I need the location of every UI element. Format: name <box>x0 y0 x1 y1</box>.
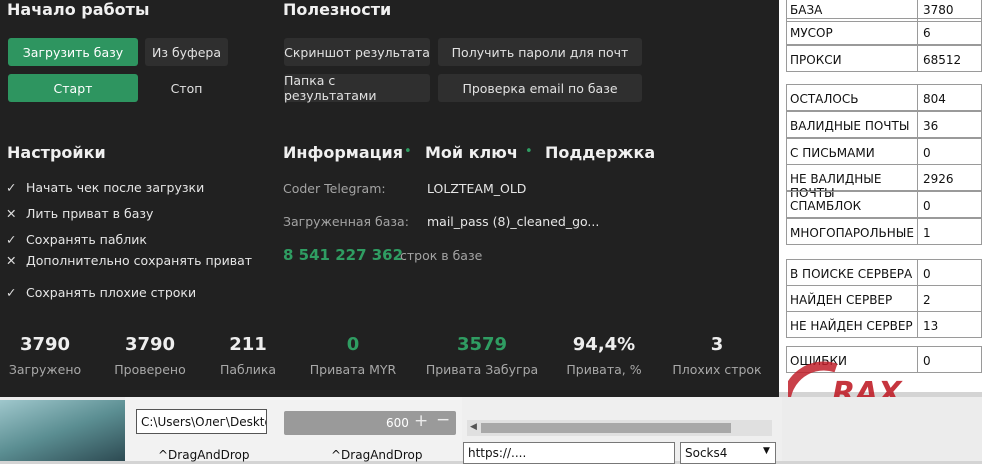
table-key: НЕ ВАЛИДНЫЕ ПОЧТЫ <box>786 164 918 200</box>
table-key: ОСТАЛОСЬ <box>786 84 918 111</box>
settings-title: Настройки <box>7 143 106 162</box>
table-row: СПАМБЛОК 0 <box>786 191 982 218</box>
horizontal-scrollbar[interactable]: ◀ <box>467 420 772 436</box>
table-key: ПРОКСИ <box>786 45 918 72</box>
setting-label: Сохранять паблик <box>26 232 147 247</box>
table-key: С ПИСЬМАМИ <box>786 138 918 165</box>
threads-value: 600 <box>386 416 409 430</box>
stat-value: 211 <box>229 334 267 355</box>
scroll-left-icon[interactable]: ◀ <box>470 422 477 432</box>
stat-private-abroad: 3579 Привата Забугра <box>422 334 542 377</box>
table-key: НАЙДЕН СЕРВЕР <box>786 285 918 312</box>
plus-icon[interactable]: + <box>414 411 428 431</box>
table-value: 0 <box>918 259 982 286</box>
table-value: 0 <box>918 191 982 218</box>
stat-private-percent: 94,4% Привата, % <box>544 334 664 377</box>
table-value: 0 <box>918 138 982 165</box>
table-value: 1 <box>918 218 982 245</box>
table-value: 2 <box>918 285 982 312</box>
load-base-button[interactable]: Загрузить базу <box>8 38 138 66</box>
useful-section-title: Полезности <box>283 0 392 19</box>
cross-icon: ✕ <box>6 253 17 268</box>
table-key: НЕ НАЙДЕН СЕРВЕР <box>786 311 918 338</box>
setting-label: Дополнительно сохранять приват <box>26 253 253 268</box>
table-value: 36 <box>918 111 982 138</box>
table-row: МНОГОПАРОЛЬНЫЕ 1 <box>786 218 982 245</box>
start-section-title: Начало работы <box>7 0 150 19</box>
table-row: ВАЛИДНЫЕ ПОЧТЫ 36 <box>786 111 982 138</box>
stat-value: 3579 <box>456 334 508 355</box>
lines-count-label: строк в базе <box>400 248 483 263</box>
minus-icon[interactable]: − <box>436 410 450 430</box>
tab-separator-dot: • <box>525 144 533 159</box>
table-key: МНОГОПАРОЛЬНЫЕ <box>786 218 918 245</box>
stat-public: 211 Паблика <box>188 334 308 377</box>
table-value: 6 <box>918 18 982 45</box>
stat-value: 94,4% <box>572 334 636 355</box>
setting-label: Начать чек после загрузки <box>26 180 205 195</box>
stat-value: 3 <box>710 334 724 355</box>
table-key: ВАЛИДНЫЕ ПОЧТЫ <box>786 111 918 138</box>
threads-stepper[interactable]: 600 + − <box>284 410 456 435</box>
check-icon: ✓ <box>6 180 17 195</box>
table-row: НЕ НАЙДЕН СЕРВЕР 13 <box>786 311 982 338</box>
table-key: В ПОИСКЕ СЕРВЕРА <box>786 259 918 286</box>
table-key: МУСОР <box>786 18 918 45</box>
table-row: С ПИСЬМАМИ 0 <box>786 138 982 165</box>
table-value: 13 <box>918 311 982 338</box>
table-value: 68512 <box>918 45 982 72</box>
stat-bad-lines: 3 Плохих строк <box>657 334 777 377</box>
tab-support[interactable]: Поддержка <box>545 143 655 162</box>
chevron-down-icon: ▼ <box>763 446 770 456</box>
check-icon: ✓ <box>6 285 17 300</box>
table-key: СПАМБЛОК <box>786 191 918 218</box>
loaded-base-value: mail_pass (8)_cleaned_go... <box>427 214 600 229</box>
table-row: ОСТАЛОСЬ 804 <box>786 84 982 111</box>
drag-drop-label-2: ^DragAndDrop <box>331 448 423 462</box>
coder-telegram-label: Coder Telegram: <box>283 181 386 196</box>
table-row: НЕ ВАЛИДНЫЕ ПОЧТЫ 2926 <box>786 164 982 200</box>
setting-label: Сохранять плохие строки <box>26 285 197 300</box>
results-folder-button[interactable]: Папка с результатами <box>284 73 430 103</box>
table-row: МУСОР 6 <box>786 18 982 45</box>
table-value: 804 <box>918 84 982 111</box>
setting-save-bad-lines[interactable]: ✓ Сохранять плохие строки <box>6 285 196 300</box>
from-buffer-button[interactable]: Из буфера <box>145 38 228 66</box>
start-button[interactable]: Старт <box>8 74 138 102</box>
table-row: НАЙДЕН СЕРВЕР 2 <box>786 285 982 312</box>
stat-label: Плохих строк <box>672 362 762 377</box>
screenshot-button[interactable]: Скриншот результата <box>284 38 430 66</box>
table-row: В ПОИСКЕ СЕРВЕРА 0 <box>786 259 982 286</box>
proxy-type-value: Socks4 <box>685 446 728 460</box>
stat-label: Привата, % <box>566 362 642 377</box>
stop-button[interactable]: Стоп <box>145 74 228 102</box>
table-row: ПРОКСИ 68512 <box>786 45 982 72</box>
setting-autostart[interactable]: ✓ Начать чек после загрузки <box>6 180 204 195</box>
main-panel: Начало работы Загрузить базу Из буфера С… <box>0 0 779 397</box>
setting-label: Лить приват в базу <box>26 206 154 221</box>
check-email-button[interactable]: Проверка email по базе <box>438 74 642 102</box>
wallpaper-image <box>0 400 125 461</box>
get-passwords-button[interactable]: Получить пароли для почт <box>438 38 642 66</box>
stat-label: Привата Забугра <box>425 362 539 377</box>
drag-drop-label-1: ^DragAndDrop <box>158 448 250 462</box>
stat-label: Привата MYR <box>309 362 397 377</box>
scrollbar-thumb[interactable] <box>481 423 731 433</box>
coder-telegram-value[interactable]: LOLZTEAM_OLD <box>427 181 526 196</box>
table-value: 2926 <box>918 164 982 191</box>
setting-save-private-extra[interactable]: ✕ Дополнительно сохранять приват <box>6 253 252 268</box>
stat-label: Паблика <box>219 362 277 377</box>
stat-private-myr: 0 Привата MYR <box>293 334 413 377</box>
setting-pour-private[interactable]: ✕ Лить приват в базу <box>6 206 153 221</box>
tab-separator-dot: • <box>404 144 412 159</box>
setting-save-public[interactable]: ✓ Сохранять паблик <box>6 232 147 247</box>
stat-value: 0 <box>346 334 360 355</box>
loaded-base-label: Загруженная база: <box>283 214 409 229</box>
tab-my-key[interactable]: Мой ключ <box>425 143 518 162</box>
lines-count: 8 541 227 362 <box>283 246 404 264</box>
path-input[interactable]: C:\Users\Олег\Desktop <box>136 409 267 434</box>
tab-info[interactable]: Информация <box>283 143 403 162</box>
cross-icon: ✕ <box>6 206 17 221</box>
check-icon: ✓ <box>6 232 17 247</box>
